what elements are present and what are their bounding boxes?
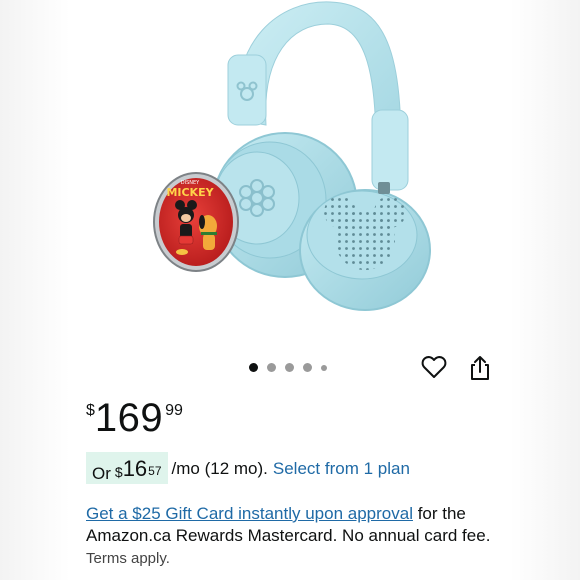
promo-terms: Terms apply. [86, 550, 170, 567]
monthly-currency-symbol: $ [114, 464, 123, 480]
product-price: $ 169 99 [86, 396, 183, 440]
credit-card-promo: Get a $25 Gift Card instantly upon appro… [86, 503, 496, 570]
price-fraction: 99 [165, 402, 183, 419]
financing-line: Or $ 16 57 /mo (12 mo). Select from 1 pl… [86, 452, 410, 484]
headphones-illustration: DISNEY MICKEY [153, 1, 431, 311]
heart-icon [421, 356, 447, 378]
monthly-price-highlight: Or $ 16 57 [86, 452, 168, 484]
carousel-dot[interactable] [249, 363, 258, 372]
carousel-dot[interactable] [285, 363, 294, 372]
select-plan-link[interactable]: Select from 1 plan [273, 454, 410, 484]
svg-text:MICKEY: MICKEY [166, 186, 214, 199]
wishlist-button[interactable] [420, 353, 448, 381]
product-page: DISNEY MICKEY $ 169 99 Or $ 16 57 /mo (1… [0, 0, 580, 580]
monthly-price-whole: 16 [122, 456, 148, 481]
monthly-price-fraction: 57 [148, 464, 162, 478]
price-whole: 169 [94, 396, 164, 440]
financing-term: /mo (12 mo). [171, 459, 268, 478]
product-image[interactable]: DISNEY MICKEY [70, 0, 510, 345]
carousel-dot[interactable] [267, 363, 276, 372]
gift-card-offer-link[interactable]: Get a $25 Gift Card instantly upon appro… [86, 504, 413, 523]
share-icon [471, 356, 489, 380]
carousel-dot[interactable] [303, 363, 312, 372]
image-carousel-indicator[interactable] [249, 363, 327, 372]
share-button[interactable] [466, 354, 494, 382]
financing-or-label: Or [92, 464, 111, 483]
carousel-dot[interactable] [321, 364, 327, 371]
price-currency-symbol: $ [86, 402, 95, 419]
